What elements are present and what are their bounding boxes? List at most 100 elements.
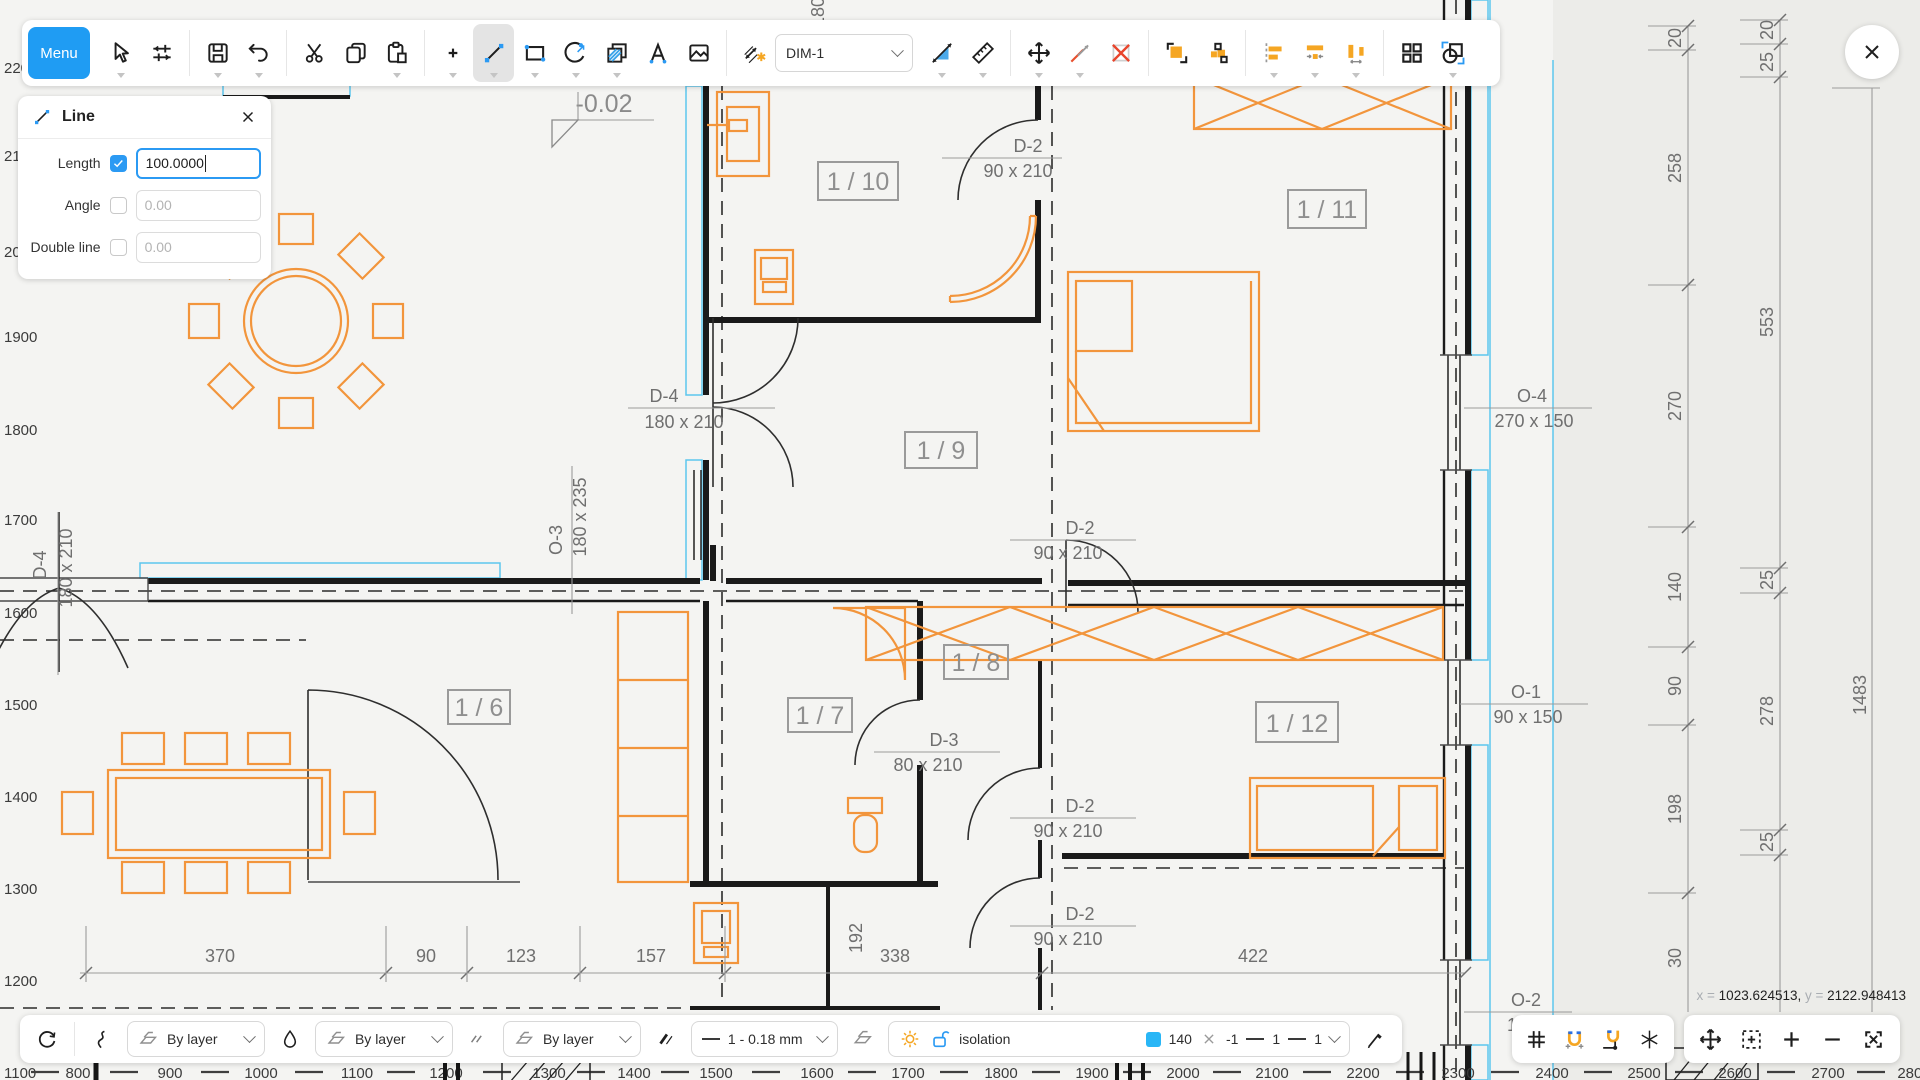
toolbar-divider [1148,30,1149,76]
linetype-select[interactable]: By layer [503,1021,641,1057]
line-preview [1288,1038,1306,1040]
area-measure-button[interactable] [921,24,962,82]
arc-tool-button[interactable] [555,24,596,82]
svg-text:2400: 2400 [1535,1065,1568,1080]
layer-select[interactable]: By layer [127,1021,265,1057]
layers-icon [514,1029,535,1050]
dropdown-caret-icon [1449,73,1457,78]
close-view-button[interactable] [1845,25,1899,79]
double-line-input[interactable]: 0.00 [136,232,261,263]
align-center-button[interactable] [1294,24,1335,82]
menu-button[interactable]: Menu [28,27,90,79]
svg-text:90 x 210: 90 x 210 [983,161,1052,181]
svg-text:180 x 210: 180 x 210 [56,528,76,607]
dialog-close-icon[interactable] [239,108,257,126]
length-input[interactable]: 100.0000 [136,148,261,179]
svg-text:2700: 2700 [1811,1065,1844,1080]
svg-text:800: 800 [65,1065,90,1080]
linetype-icon[interactable] [461,1028,495,1050]
grid-toggle-icon[interactable] [1520,1027,1554,1052]
boolean-overlap-button[interactable] [1432,24,1473,82]
zoom-fit-icon[interactable] [1857,1027,1891,1052]
clear-x-icon[interactable] [1200,1030,1218,1048]
dropdown-caret-icon [214,73,222,78]
svg-text:D-2: D-2 [1065,518,1094,538]
dropdown-caret-icon [531,73,539,78]
blocks-button[interactable] [1391,24,1432,82]
delete-button[interactable] [1100,24,1141,82]
double-line-placeholder: 0.00 [145,239,172,255]
svg-text:123: 123 [506,946,536,966]
dimension-style-select[interactable]: DIM-1 [775,34,913,72]
freehand-style-icon[interactable] [85,1028,119,1051]
color-swatch [1146,1032,1161,1047]
lineweight-icon[interactable] [649,1028,683,1050]
trim-tool-button[interactable] [1059,24,1100,82]
svg-text:O-2: O-2 [1511,990,1541,1010]
zoom-in-icon[interactable] [1775,1027,1809,1052]
align-left-button[interactable] [1253,24,1294,82]
drawing-canvas[interactable]: -0.02 180 1 / 10 1 / 11 1 / 9 1 / 8 1 / … [0,0,1920,1080]
dropdown-caret-icon [1352,73,1360,78]
svg-text:2500: 2500 [1627,1065,1660,1080]
refresh-icon[interactable] [30,1027,64,1051]
rectangle-tool-button[interactable] [514,24,555,82]
color-droplet-icon[interactable] [273,1028,307,1050]
chevron-down-icon [431,1030,444,1043]
toolbar-divider [1010,30,1011,76]
ruler-measure-button[interactable] [962,24,1003,82]
svg-text:553: 553 [1757,307,1777,337]
isolation-select[interactable]: isolation 140 -1 1 1 [888,1021,1350,1057]
svg-text:1700: 1700 [4,512,37,529]
zoom-out-icon[interactable] [1816,1027,1850,1052]
toolbar-divider [1245,30,1246,76]
text-tool-button[interactable] [637,24,678,82]
dimension-tool-button[interactable] [734,24,775,82]
unlock-icon [929,1028,951,1050]
dropdown-caret-icon [117,73,125,78]
double-line-checkbox[interactable] [110,239,127,256]
length-checkbox[interactable] [110,155,127,172]
snap-angle-icon[interactable] [1632,1027,1666,1052]
save-button[interactable] [197,24,238,82]
angle-placeholder: 0.00 [145,197,172,213]
distribute-button[interactable] [1335,24,1376,82]
svg-text:1200: 1200 [4,973,37,990]
paste-button[interactable] [376,24,417,82]
hatch-tool-button[interactable] [596,24,637,82]
svg-text:1900: 1900 [1075,1065,1108,1080]
angle-input[interactable]: 0.00 [136,190,261,221]
dimension-style-value: DIM-1 [786,45,824,61]
snap-grid-icon[interactable] [1557,1027,1591,1052]
point-tool-button[interactable] [432,24,473,82]
move-tool-button[interactable] [1018,24,1059,82]
y-label: y = [1801,988,1827,1003]
svg-text:90: 90 [1665,676,1685,696]
chevron-down-icon [1328,1030,1341,1043]
cut-button[interactable] [294,24,335,82]
select-tool-button[interactable] [100,24,141,82]
statusbar-divider [74,1022,75,1056]
line-tool-button[interactable] [473,24,514,82]
copy-button[interactable] [335,24,376,82]
svg-text:25: 25 [1757,570,1777,590]
pan-icon[interactable] [1693,1027,1727,1052]
angle-checkbox[interactable] [110,197,127,214]
image-tool-button[interactable] [678,24,719,82]
lineweight-select[interactable]: 1 - 0.18 mm [691,1021,838,1057]
dropdown-caret-icon [393,73,401,78]
x-label: x = [1697,988,1719,1003]
style-edit-pen-icon[interactable] [1358,1028,1392,1051]
svg-text:O-3: O-3 [546,525,566,555]
sun-icon [899,1028,921,1050]
zoom-window-icon[interactable] [1734,1027,1768,1052]
ungroup-button[interactable] [1197,24,1238,82]
layers-flat-icon[interactable] [846,1028,880,1050]
snap-node-icon[interactable] [1595,1027,1629,1052]
undo-button[interactable] [238,24,279,82]
color-select[interactable]: By layer [315,1021,453,1057]
svg-text:370: 370 [205,946,235,966]
dropdown-caret-icon [449,73,457,78]
group-button[interactable] [1156,24,1197,82]
settings-sliders-button[interactable] [141,24,182,82]
